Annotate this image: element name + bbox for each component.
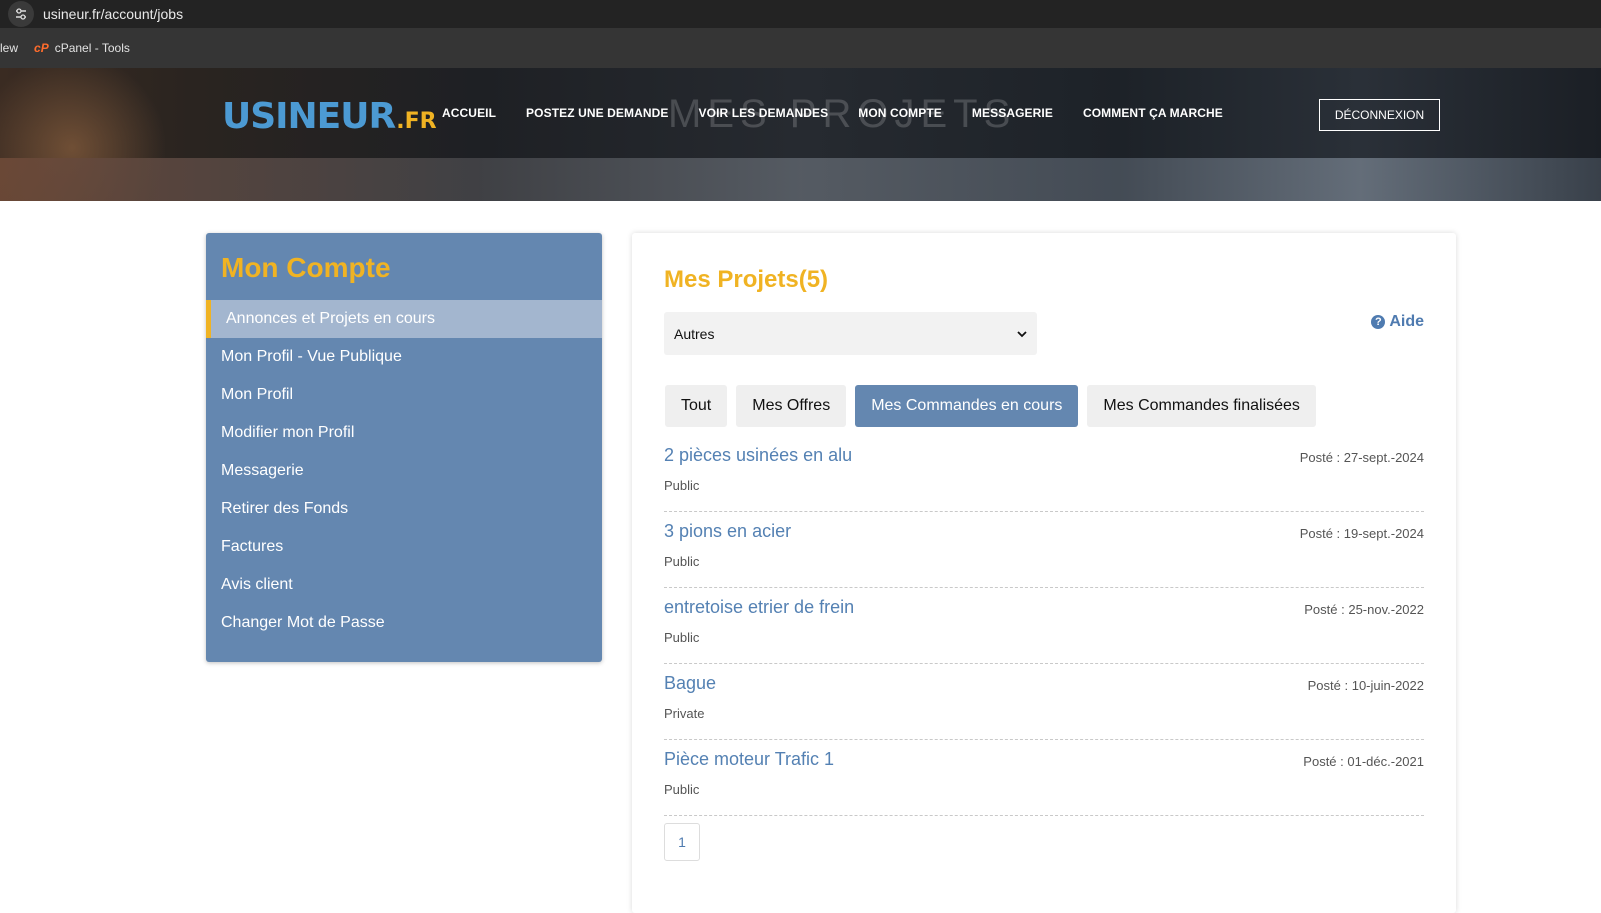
banner-strip — [0, 158, 1601, 201]
url-text[interactable]: usineur.fr/account/jobs — [43, 6, 183, 22]
project-visibility: Private — [664, 706, 705, 721]
list-item: Bague Posté : 10-juin-2022 Private — [664, 664, 1424, 740]
sidebar-item-messagerie[interactable]: Messagerie — [206, 452, 602, 490]
browser-url-bar: usineur.fr/account/jobs — [0, 0, 1601, 28]
help-label: Aide — [1389, 313, 1424, 330]
sidebar-item-profil[interactable]: Mon Profil — [206, 376, 602, 414]
project-date: Posté : 27-sept.-2024 — [1299, 450, 1424, 465]
tab-tout[interactable]: Tout — [665, 385, 728, 427]
cpanel-icon: cP — [34, 41, 49, 55]
projects-card: Mes Projets(5) Autres ? Aide Tout Mes Of… — [632, 233, 1456, 913]
list-item: 3 pions en acier Posté : 19-sept.-2024 P… — [664, 512, 1424, 588]
nav-accueil[interactable]: ACCUEIL — [442, 106, 496, 120]
bookmark-cpanel-label: cPanel - Tools — [54, 41, 130, 55]
project-title-link[interactable]: 2 pièces usinées en alu — [664, 445, 852, 466]
main-nav: ACCUEIL POSTEZ UNE DEMANDE VOIR LES DEMA… — [442, 106, 1253, 120]
logo-main: USINEUR — [222, 96, 396, 137]
project-title-link[interactable]: Bague — [664, 673, 716, 694]
project-visibility: Public — [664, 478, 700, 493]
logo-tld: .FR — [396, 109, 437, 134]
sidebar-item-retirer-fonds[interactable]: Retirer des Fonds — [206, 490, 602, 528]
project-date: Posté : 19-sept.-2024 — [1299, 526, 1424, 541]
sidebar-item-annonces[interactable]: Annonces et Projets en cours — [206, 300, 602, 338]
nav-voir-les-demandes[interactable]: VOIR LES DEMANDES — [699, 106, 829, 120]
bookmarks-bar: lew cP cPanel - Tools — [0, 28, 1601, 68]
project-title-link[interactable]: Pièce moteur Trafic 1 — [664, 749, 834, 770]
project-visibility: Public — [664, 782, 700, 797]
nav-mon-compte[interactable]: MON COMPTE — [858, 106, 942, 120]
sidebar-item-changer-mot-de-passe[interactable]: Changer Mot de Passe — [206, 604, 602, 642]
nav-comment-ca-marche[interactable]: COMMENT ÇA MARCHE — [1083, 106, 1223, 120]
filter-tabs: Tout Mes Offres Mes Commandes en cours M… — [665, 385, 1325, 427]
tab-commandes-en-cours[interactable]: Mes Commandes en cours — [855, 385, 1079, 427]
site-settings-icon[interactable] — [8, 1, 34, 27]
tab-mes-offres[interactable]: Mes Offres — [736, 385, 847, 427]
nav-messagerie[interactable]: MESSAGERIE — [972, 106, 1053, 120]
project-visibility: Public — [664, 630, 700, 645]
help-link[interactable]: ? Aide — [1371, 313, 1424, 331]
project-date: Posté : 01-déc.-2021 — [1303, 754, 1424, 769]
list-item: entretoise etrier de frein Posté : 25-no… — [664, 588, 1424, 664]
bookmark-new[interactable]: lew — [0, 41, 18, 55]
project-title-link[interactable]: entretoise etrier de frein — [664, 597, 854, 618]
project-date: Posté : 25-nov.-2022 — [1304, 602, 1424, 617]
project-list: 2 pièces usinées en alu Posté : 27-sept.… — [664, 436, 1424, 816]
logout-button[interactable]: DÉCONNEXION — [1319, 99, 1440, 131]
nav-postez-une-demande[interactable]: POSTEZ UNE DEMANDE — [526, 106, 668, 120]
pagination-page-1[interactable]: 1 — [664, 823, 700, 861]
question-circle-icon: ? — [1371, 315, 1386, 329]
header-banner: MES PROJETS USINEUR .FR ACCUEIL POSTEZ U… — [0, 68, 1601, 201]
chevron-down-icon — [1017, 330, 1027, 337]
category-select-value: Autres — [674, 325, 715, 342]
sidebar-item-factures[interactable]: Factures — [206, 528, 602, 566]
sidebar-item-profil-public[interactable]: Mon Profil - Vue Publique — [206, 338, 602, 376]
project-title-link[interactable]: 3 pions en acier — [664, 521, 791, 542]
project-date: Posté : 10-juin-2022 — [1307, 678, 1424, 693]
site-logo[interactable]: USINEUR .FR — [222, 96, 437, 137]
sidebar-title: Mon Compte — [221, 252, 391, 283]
project-visibility: Public — [664, 554, 700, 569]
category-select[interactable]: Autres — [664, 312, 1037, 355]
page-title: Mes Projets(5) — [664, 266, 829, 293]
list-item: Pièce moteur Trafic 1 Posté : 01-déc.-20… — [664, 740, 1424, 816]
list-item: 2 pièces usinées en alu Posté : 27-sept.… — [664, 436, 1424, 512]
bookmark-cpanel[interactable]: cP cPanel - Tools — [34, 41, 130, 55]
tab-commandes-finalisees[interactable]: Mes Commandes finalisées — [1087, 385, 1316, 427]
sidebar-item-modifier-profil[interactable]: Modifier mon Profil — [206, 414, 602, 452]
account-sidebar: Mon Compte Annonces et Projets en cours … — [206, 233, 602, 662]
sidebar-item-avis-client[interactable]: Avis client — [206, 566, 602, 604]
